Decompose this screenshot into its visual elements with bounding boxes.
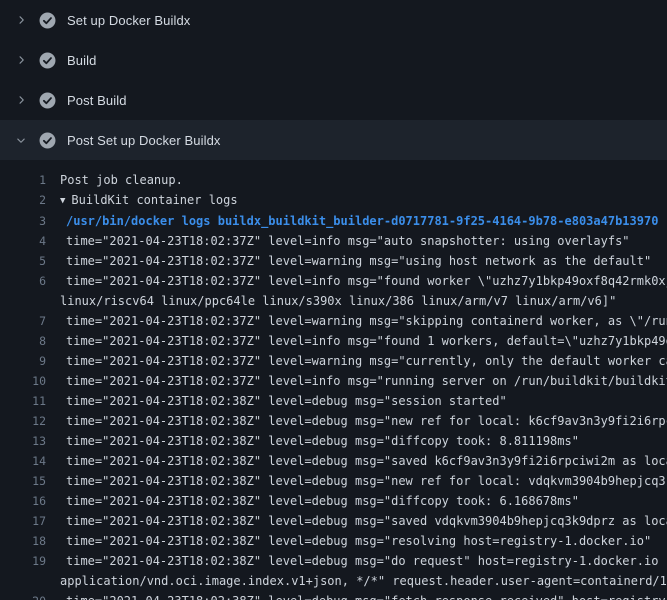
log-line: 15 time="2021-04-23T18:02:38Z" level=debu…	[0, 471, 667, 491]
log-line: 4 time="2021-04-23T18:02:37Z" level=info …	[0, 231, 667, 251]
step-label: Build	[67, 53, 96, 68]
log-line: 20 time="2021-04-23T18:02:38Z" level=debu…	[0, 591, 667, 600]
log-line: 19 time="2021-04-23T18:02:38Z" level=debu…	[0, 551, 667, 571]
line-number[interactable]: 7	[0, 311, 46, 331]
log-text: ▼ BuildKit container logs	[60, 190, 667, 211]
chevron-right-icon[interactable]	[13, 52, 29, 68]
log-text: time="2021-04-23T18:02:37Z" level=info m…	[60, 231, 667, 251]
line-number[interactable]: 19	[0, 551, 46, 571]
line-number[interactable]: 16	[0, 491, 46, 511]
line-number[interactable]: 6	[0, 271, 46, 291]
log-line: 13 time="2021-04-23T18:02:38Z" level=debu…	[0, 431, 667, 451]
log-text: time="2021-04-23T18:02:37Z" level=warnin…	[60, 251, 667, 271]
check-circle-icon	[39, 92, 56, 109]
line-number[interactable]: 12	[0, 411, 46, 431]
check-circle-icon	[39, 12, 56, 29]
step-label: Post Build	[67, 93, 127, 108]
log-text: time="2021-04-23T18:02:38Z" level=debug …	[60, 591, 667, 600]
chevron-right-icon[interactable]	[13, 92, 29, 108]
step-label: Set up Docker Buildx	[67, 13, 190, 28]
line-number[interactable]: 17	[0, 511, 46, 531]
log-text: time="2021-04-23T18:02:38Z" level=debug …	[60, 471, 667, 491]
log-text: time="2021-04-23T18:02:38Z" level=debug …	[60, 391, 667, 411]
log-line: 6 time="2021-04-23T18:02:37Z" level=info …	[0, 271, 667, 291]
log-text: time="2021-04-23T18:02:38Z" level=debug …	[60, 451, 667, 471]
line-number[interactable]: 20	[0, 591, 46, 600]
log-line: 11 time="2021-04-23T18:02:38Z" level=debu…	[0, 391, 667, 411]
line-number[interactable]: 8	[0, 331, 46, 351]
log-text: time="2021-04-23T18:02:37Z" level=info m…	[60, 271, 667, 291]
log-line: 3/usr/bin/docker logs buildx_buildkit_bu…	[0, 211, 667, 231]
step-header-post-set-up-docker-buildx[interactable]: Post Set up Docker Buildx	[0, 120, 667, 160]
log-line: 18 time="2021-04-23T18:02:38Z" level=debu…	[0, 531, 667, 551]
step-list: Set up Docker Buildx Build Post Build Post …	[0, 0, 667, 160]
line-number[interactable]: 14	[0, 451, 46, 471]
line-number[interactable]: 1	[0, 170, 46, 190]
log-line: 14 time="2021-04-23T18:02:38Z" level=debu…	[0, 451, 667, 471]
log-command-text: /usr/bin/docker logs buildx_buildkit_bui…	[60, 211, 667, 231]
line-number[interactable]: 11	[0, 391, 46, 411]
line-number[interactable]: 5	[0, 251, 46, 271]
step-label: Post Set up Docker Buildx	[67, 133, 221, 148]
group-title[interactable]: BuildKit container logs	[71, 193, 237, 207]
log-line: 10 time="2021-04-23T18:02:37Z" level=info…	[0, 371, 667, 391]
line-number[interactable]: 3	[0, 211, 46, 231]
log-text: linux/riscv64 linux/ppc64le linux/s390x …	[60, 291, 667, 311]
chevron-down-icon[interactable]	[13, 132, 29, 148]
log-line: 17 time="2021-04-23T18:02:38Z" level=debu…	[0, 511, 667, 531]
log-text: time="2021-04-23T18:02:37Z" level=warnin…	[60, 351, 667, 371]
log-line: 1 Post job cleanup.	[0, 170, 667, 190]
log-text: time="2021-04-23T18:02:37Z" level=info m…	[60, 371, 667, 391]
step-header-post-build[interactable]: Post Build	[0, 80, 667, 120]
log-text: time="2021-04-23T18:02:38Z" level=debug …	[60, 511, 667, 531]
line-number[interactable]: 9	[0, 351, 46, 371]
check-circle-icon	[39, 52, 56, 69]
log-line: 8 time="2021-04-23T18:02:37Z" level=info …	[0, 331, 667, 351]
line-number[interactable]: 15	[0, 471, 46, 491]
workflow-log-viewer: Set up Docker Buildx Build Post Build Post …	[0, 0, 667, 600]
chevron-right-icon[interactable]	[13, 12, 29, 28]
group-toggle-icon[interactable]: ▼	[60, 191, 65, 211]
log-text: application/vnd.oci.image.index.v1+json,…	[60, 571, 667, 591]
log-text: time="2021-04-23T18:02:37Z" level=warnin…	[60, 311, 667, 331]
check-circle-icon	[39, 132, 56, 149]
line-number[interactable]: 10	[0, 371, 46, 391]
line-number[interactable]: 2	[0, 190, 46, 211]
log-line: application/vnd.oci.image.index.v1+json,…	[0, 571, 667, 591]
log-line: 9 time="2021-04-23T18:02:37Z" level=warni…	[0, 351, 667, 371]
step-header-set-up-docker-buildx[interactable]: Set up Docker Buildx	[0, 0, 667, 40]
line-number[interactable]: 13	[0, 431, 46, 451]
line-number	[0, 291, 46, 311]
log-line: 7 time="2021-04-23T18:02:37Z" level=warni…	[0, 311, 667, 331]
log-text: time="2021-04-23T18:02:38Z" level=debug …	[60, 431, 667, 451]
line-number	[0, 571, 46, 591]
log-lines: 1 Post job cleanup. 2 ▼ BuildKit container l…	[0, 160, 667, 600]
log-line: linux/riscv64 linux/ppc64le linux/s390x …	[0, 291, 667, 311]
log-text: time="2021-04-23T18:02:38Z" level=debug …	[60, 531, 667, 551]
log-line: 12 time="2021-04-23T18:02:38Z" level=debu…	[0, 411, 667, 431]
line-number[interactable]: 4	[0, 231, 46, 251]
log-text: time="2021-04-23T18:02:37Z" level=info m…	[60, 331, 667, 351]
log-text: Post job cleanup.	[60, 170, 667, 190]
log-text: time="2021-04-23T18:02:38Z" level=debug …	[60, 551, 667, 571]
log-line: 16 time="2021-04-23T18:02:38Z" level=debu…	[0, 491, 667, 511]
log-line: 5 time="2021-04-23T18:02:37Z" level=warni…	[0, 251, 667, 271]
log-text: time="2021-04-23T18:02:38Z" level=debug …	[60, 491, 667, 511]
log-line: 2 ▼ BuildKit container logs	[0, 190, 667, 211]
step-header-build[interactable]: Build	[0, 40, 667, 80]
line-number[interactable]: 18	[0, 531, 46, 551]
log-text: time="2021-04-23T18:02:38Z" level=debug …	[60, 411, 667, 431]
